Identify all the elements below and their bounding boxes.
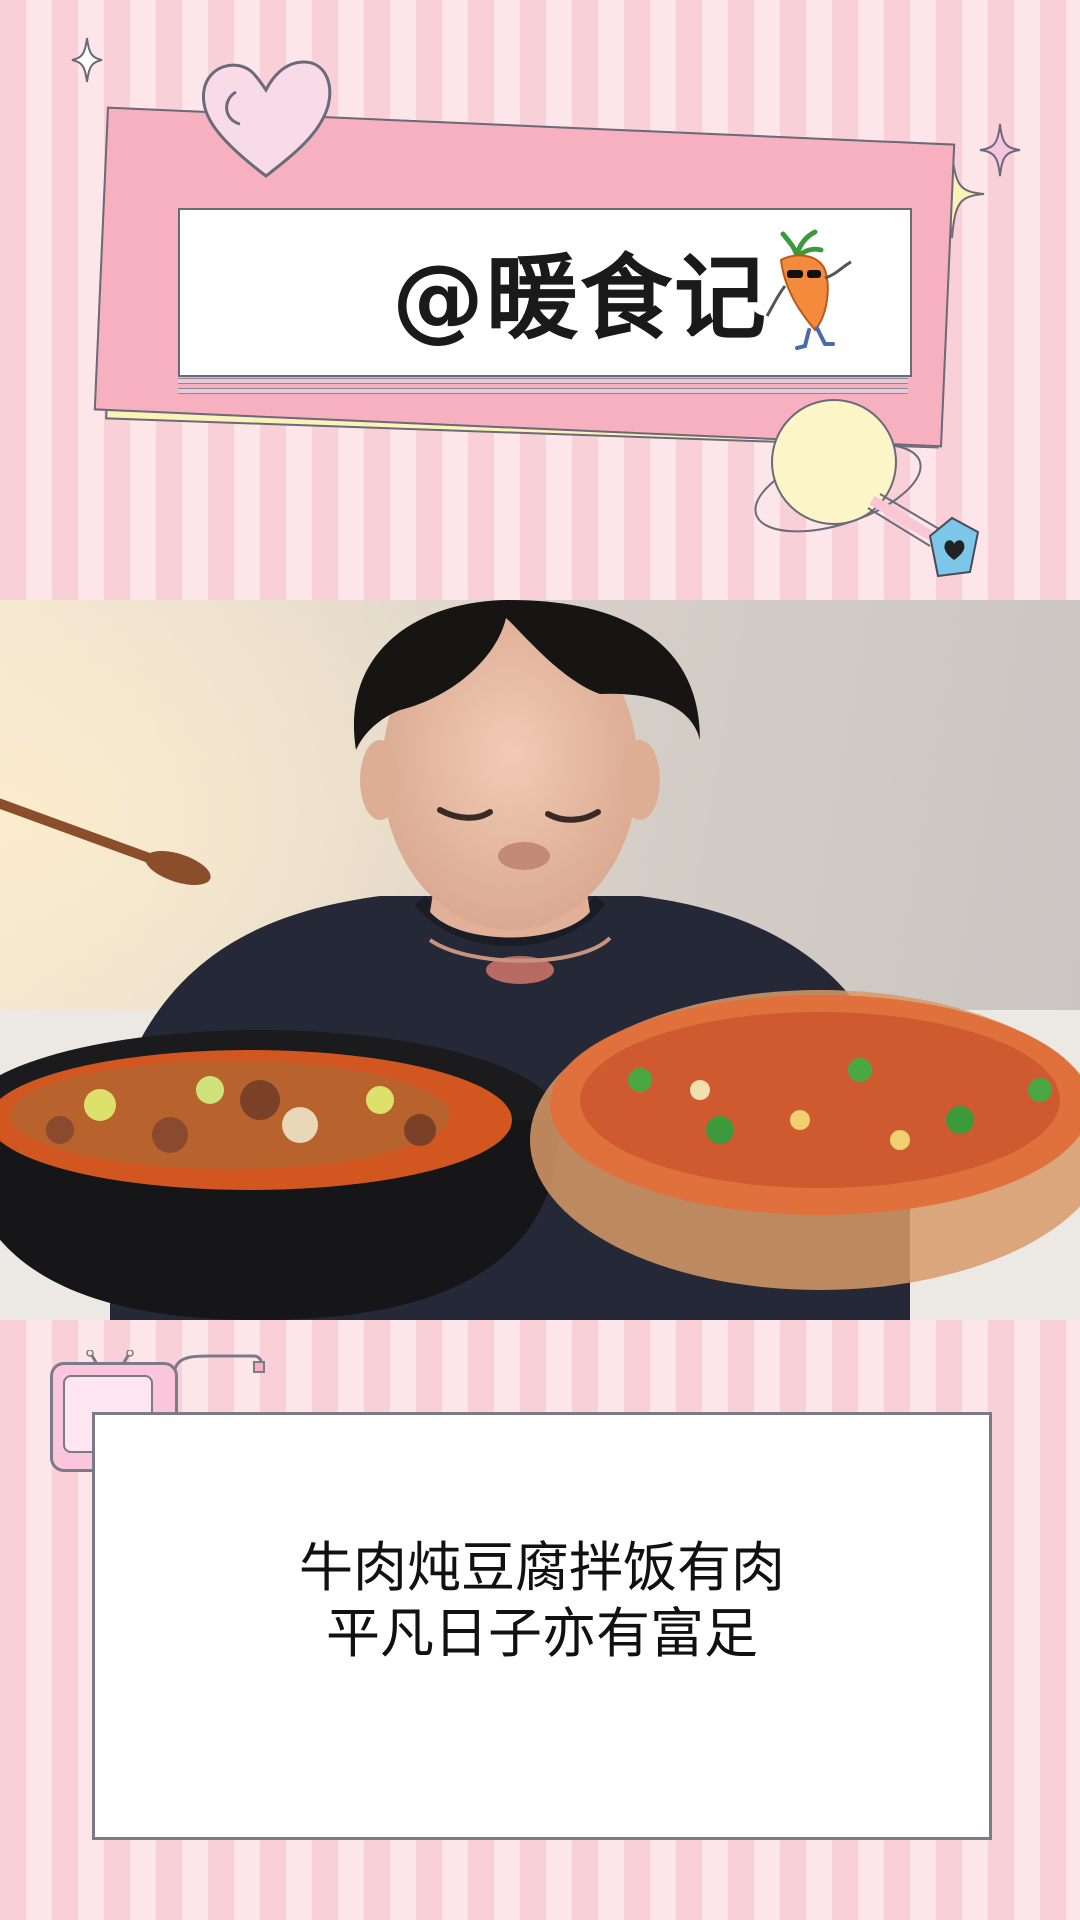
heart-tag-icon xyxy=(928,516,980,578)
heart-icon xyxy=(201,60,332,178)
caption-line-2: 平凡日子亦有富足 xyxy=(326,1602,758,1665)
caption-line-1: 牛肉炖豆腐拌饭有肉 xyxy=(299,1536,785,1599)
video-player[interactable] xyxy=(0,600,1080,1320)
video-frame-image xyxy=(0,600,1080,1320)
title-underline xyxy=(178,378,908,384)
carrot-mascot-icon xyxy=(765,229,852,350)
caption: 牛肉炖豆腐拌饭有肉 平凡日子亦有富足 xyxy=(92,1535,992,1667)
title-underline xyxy=(178,388,908,394)
tv-cable-icon xyxy=(170,1354,265,1401)
channel-handle: @暖食记 xyxy=(391,244,768,352)
sparkle-icon xyxy=(71,37,103,83)
